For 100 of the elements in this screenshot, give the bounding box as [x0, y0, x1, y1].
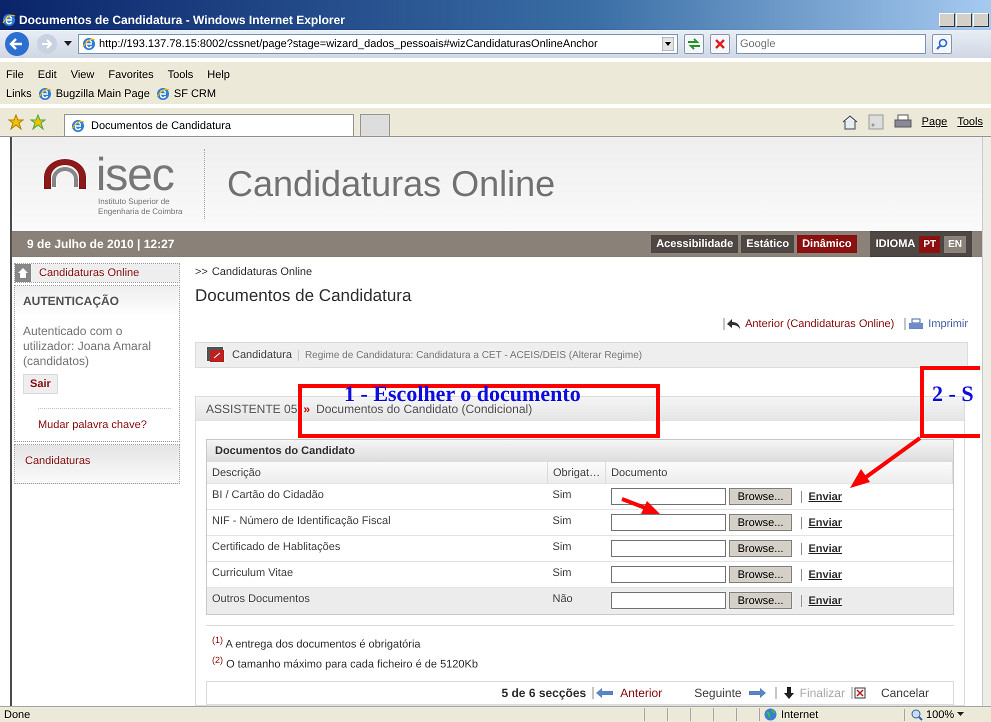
- menu-item[interactable]: Help: [207, 69, 230, 81]
- progress-text: 5 de 6 secções: [501, 686, 586, 700]
- table-row[interactable]: Outros Documentos Não Browse... Enviar: [207, 588, 952, 614]
- close-button[interactable]: [973, 13, 989, 27]
- ie-logo-icon: [2, 13, 16, 27]
- zoom-level[interactable]: 100%: [926, 708, 954, 720]
- menu-item[interactable]: Tools: [168, 69, 194, 81]
- dropdown-icon[interactable]: [662, 37, 674, 51]
- file-path-field[interactable]: [610, 514, 726, 532]
- separator-mark: »: [303, 402, 310, 416]
- file-path-field[interactable]: [610, 488, 726, 506]
- browser-tab[interactable]: Documentos de Candidatura: [64, 114, 354, 136]
- caret-icon[interactable]: [64, 41, 72, 47]
- refresh-icon: [687, 38, 701, 50]
- ie-icon: [156, 87, 170, 101]
- links-label: Links: [6, 88, 32, 100]
- table-cell: NIF - Número de Identificação Fiscal: [207, 510, 548, 536]
- footnote: $^{(1)}$ A entrega dos documentos é obrigatória: [212, 634, 422, 652]
- ie-icon: [71, 118, 85, 132]
- star-icon[interactable]: [8, 114, 24, 130]
- menu-item[interactable]: Favorites: [108, 69, 154, 81]
- printer-icon[interactable]: [894, 114, 912, 130]
- caret-icon[interactable]: [957, 712, 964, 717]
- table-row[interactable]: Certificado de Hablitações Sim Browse... Enviar: [207, 536, 952, 562]
- send-link[interactable]: Enviar: [801, 490, 842, 503]
- status-text: Done: [3, 708, 32, 720]
- context-label: Candidatura: [232, 349, 292, 362]
- section-heading: AUTENTICAÇÃO: [23, 294, 120, 308]
- back-link[interactable]: Anterior (Candidaturas Online): [745, 318, 894, 330]
- search-button[interactable]: [932, 34, 952, 54]
- logout-button[interactable]: Sair: [23, 374, 58, 394]
- globe-icon: [764, 708, 777, 721]
- send-link[interactable]: Enviar: [801, 542, 842, 555]
- link-item[interactable]: Bugzilla Main Page: [38, 87, 150, 101]
- language-button[interactable]: PT: [919, 236, 940, 253]
- next-link[interactable]: Seguinte: [694, 686, 742, 700]
- sidebar-link[interactable]: Candidaturas: [25, 455, 90, 468]
- print-link[interactable]: Imprimir: [928, 318, 968, 330]
- view-mode-button[interactable]: Dinâmico: [797, 235, 857, 254]
- window-title: Documentos de Candidatura - Windows Internet Explorer: [19, 13, 346, 27]
- table-row[interactable]: BI / Cartão do Cidadão Sim Browse... Enviar: [207, 484, 952, 510]
- ie-icon: [38, 87, 52, 101]
- menu-item[interactable]: View: [70, 69, 94, 81]
- column-header: Descrição: [207, 462, 548, 484]
- menu-item[interactable]: File: [6, 69, 24, 81]
- language-label: IDIOMA: [876, 238, 916, 250]
- feed-icon[interactable]: [868, 114, 884, 130]
- breadcrumb-link[interactable]: Candidaturas Online: [212, 266, 312, 278]
- wizard-title: Documentos do Candidato (Condicional): [316, 402, 532, 416]
- menu-item[interactable]: Edit: [38, 69, 57, 81]
- back-button[interactable]: [4, 31, 30, 57]
- back-arrow-icon: [723, 318, 742, 330]
- send-link[interactable]: Enviar: [801, 516, 842, 529]
- send-link[interactable]: Enviar: [801, 568, 842, 581]
- arrow: [850, 436, 922, 488]
- regime-text: Regime de Candidatura: Candidatura a CET - ACEIS/DEIS (Alterar Regime): [298, 350, 642, 361]
- scrollbar[interactable]: [982, 137, 991, 706]
- cancel-link[interactable]: Cancelar: [880, 686, 929, 700]
- minimize-button[interactable]: [939, 13, 955, 27]
- refresh-button[interactable]: [684, 34, 704, 54]
- auth-status-text: Autenticado com o utilizador: Joana Amaral (candidatos): [23, 324, 152, 370]
- breadcrumb-marker: >>: [195, 266, 208, 278]
- zoom-icon[interactable]: [911, 708, 923, 720]
- browse-button[interactable]: Browse...: [728, 592, 792, 610]
- browse-button[interactable]: Browse...: [728, 514, 792, 532]
- send-link[interactable]: Enviar: [801, 594, 842, 607]
- add-favorite-icon[interactable]: [30, 114, 46, 130]
- table-row[interactable]: NIF - Número de Identificação Fiscal Sim Browse... Enviar: [207, 510, 952, 536]
- browse-button[interactable]: Browse...: [728, 488, 792, 506]
- wizard-step: ASSISTENTE 05: [206, 402, 298, 416]
- table-cell: Sim: [548, 536, 606, 562]
- change-password-link[interactable]: Mudar palavra chave?: [38, 408, 171, 432]
- view-mode-button[interactable]: Estático: [741, 235, 794, 254]
- browse-button[interactable]: Browse...: [728, 566, 792, 584]
- command-menu[interactable]: Page: [922, 116, 948, 128]
- browse-button[interactable]: Browse...: [728, 540, 792, 558]
- file-path-field[interactable]: [610, 592, 726, 610]
- down-arrow-icon: [784, 687, 794, 699]
- search-field[interactable]: Google: [736, 34, 926, 54]
- table-cell: Sim: [548, 484, 606, 510]
- stop-button[interactable]: [710, 34, 730, 54]
- view-mode-button[interactable]: Acessibilidade: [651, 235, 738, 254]
- home-icon[interactable]: [842, 114, 858, 130]
- forward-arrow-icon: [748, 687, 778, 699]
- language-button[interactable]: EN: [944, 236, 966, 253]
- annotation-frame: [920, 366, 980, 438]
- command-menu[interactable]: Tools: [957, 116, 983, 128]
- date-time: 9 de Julho de 2010 | 12:27: [27, 237, 176, 252]
- stop-icon: [714, 38, 726, 50]
- page-icon: [82, 37, 96, 51]
- footnote: $^{(2)}$ O tamanho máximo para cada ficheiro é de 5120Kb: [212, 654, 479, 673]
- link-item[interactable]: SF CRM: [156, 87, 216, 101]
- previous-link[interactable]: Anterior: [620, 686, 662, 700]
- file-path-field[interactable]: [610, 540, 726, 558]
- annotation-text: 2 - S: [932, 381, 974, 407]
- restore-button[interactable]: [956, 13, 972, 27]
- address-field[interactable]: http://193.137.78.15:8002/cssnet/page?stage=wizard_dados_pessoais#wizCandidaturasOnlineAnchor: [78, 34, 678, 54]
- table-cell: Sim: [548, 510, 606, 536]
- printer-icon: [904, 318, 924, 330]
- file-path-field[interactable]: [610, 566, 726, 584]
